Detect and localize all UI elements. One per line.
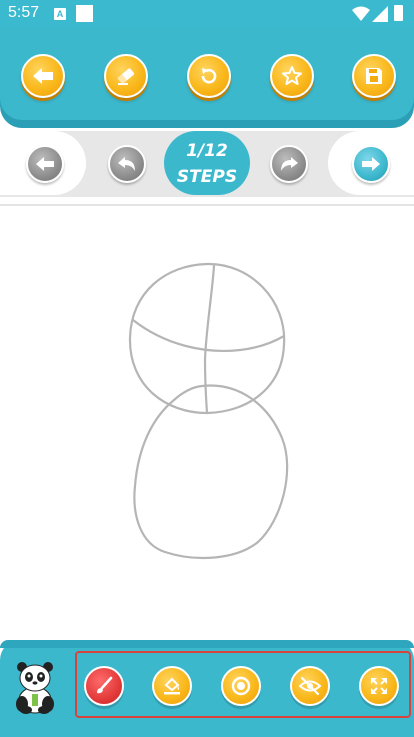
body-outline [133,384,289,560]
status-bar: 5:57 A [0,0,414,28]
notification-a-icon: A [54,8,66,20]
status-time: 5:57 [8,4,40,21]
notification-square-icon [76,5,93,22]
hide-guide-tool-button[interactable] [290,666,330,706]
arrow-left-icon [36,157,54,171]
eye-off-icon [299,676,321,696]
floppy-disk-icon [366,68,382,84]
expand-icon [371,678,387,694]
undo-button[interactable] [108,145,146,183]
eraser-button[interactable] [104,54,148,98]
fill-tool-button[interactable] [152,666,192,706]
drawing-canvas[interactable] [0,206,414,638]
star-icon [282,66,302,85]
back-button[interactable] [21,54,65,98]
paint-bucket-icon [164,677,180,695]
top-toolbar [0,28,414,120]
fullscreen-tool-button[interactable] [359,666,399,706]
signal-icon [372,6,388,22]
previous-step-button[interactable] [26,145,64,183]
panda-mascot-icon [16,662,54,714]
step-label: STEPS [176,167,238,187]
save-button[interactable] [352,54,396,98]
brush-icon [97,676,113,694]
redo-icon [281,157,298,171]
undo-icon [118,157,135,171]
wifi-icon [352,6,370,21]
circle-target-icon [231,676,251,696]
stroke-size-tool-button[interactable] [221,666,261,706]
arrow-right-icon [362,157,380,171]
rotate-icon [201,68,217,84]
next-step-button[interactable] [352,145,390,183]
head-vertical-guide [203,264,216,415]
panda-sketch [128,262,289,560]
redo-button[interactable] [270,145,308,183]
bottom-toolbar [0,640,414,737]
favorite-button[interactable] [270,54,314,98]
step-indicator: 1/12 STEPS [164,131,250,195]
brush-tool-button[interactable] [84,666,124,706]
battery-icon [394,5,403,21]
step-navigation: 1/12 STEPS [0,131,414,197]
arrow-left-icon [33,68,53,84]
reset-button[interactable] [187,54,231,98]
eraser-icon [117,68,135,85]
step-number: 1/12 [186,141,228,161]
